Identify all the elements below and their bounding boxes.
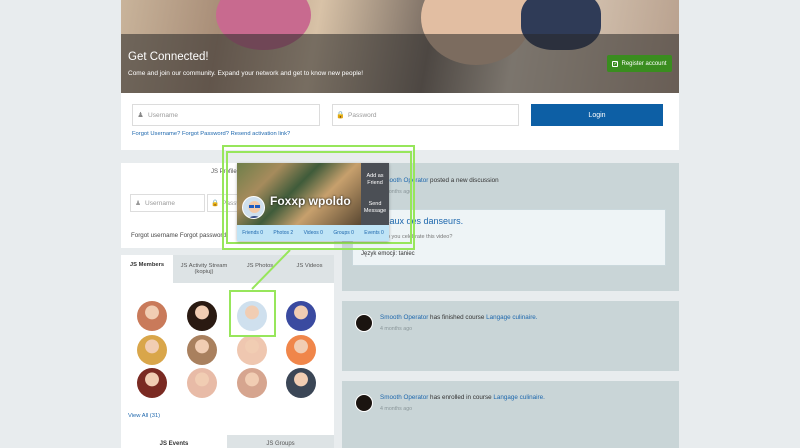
highlight-connector-line xyxy=(251,249,291,290)
highlight-frame xyxy=(229,290,276,337)
